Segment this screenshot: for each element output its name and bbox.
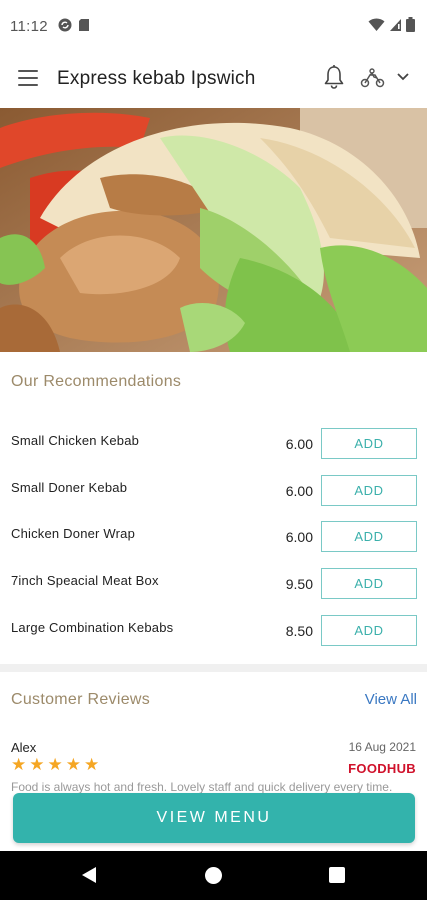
reviews-section: Customer Reviews View All Alex 16 Aug 20…: [0, 672, 427, 802]
item-name: Small Chicken Kebab: [11, 433, 140, 448]
review-text: Food is always hot and fresh. Lovely sta…: [11, 780, 393, 794]
chevron-down-icon[interactable]: [396, 72, 410, 82]
item-name: 7inch Speacial Meat Box: [11, 573, 159, 588]
add-button[interactable]: ADD: [321, 568, 417, 599]
wifi-icon: [368, 17, 385, 31]
recommendations-title: Our Recommendations: [11, 373, 182, 390]
recents-icon[interactable]: [329, 867, 345, 883]
item-price: 6.00: [285, 529, 313, 545]
view-all-reviews-link[interactable]: View All: [365, 691, 417, 708]
add-button[interactable]: ADD: [321, 615, 417, 646]
item-name: Small Doner Kebab: [11, 480, 128, 495]
menu-item-row: Small Chicken Kebab 6.00 ADD: [0, 427, 427, 474]
system-nav-bar: [0, 851, 427, 900]
menu-item-row: Small Doner Kebab 6.00 ADD: [0, 474, 427, 521]
menu-item-row: 7inch Speacial Meat Box 9.50 ADD: [0, 567, 427, 614]
add-button[interactable]: ADD: [321, 521, 417, 552]
home-icon[interactable]: [205, 867, 222, 884]
hero-food-image: [0, 108, 427, 352]
star-icon: ★: [29, 755, 45, 774]
star-icon: ★: [84, 755, 100, 774]
add-button[interactable]: ADD: [321, 475, 417, 506]
item-name: Chicken Doner Wrap: [11, 526, 136, 541]
item-name: Large Combination Kebabs: [11, 620, 174, 635]
item-price: 9.50: [285, 576, 313, 592]
view-menu-button[interactable]: VIEW MENU: [13, 793, 415, 843]
back-icon[interactable]: [81, 866, 97, 884]
item-price: 8.50: [285, 623, 313, 639]
menu-item-row: Chicken Doner Wrap 6.00 ADD: [0, 520, 427, 567]
reviews-title: Customer Reviews: [11, 691, 151, 708]
recommendations-section: Our Recommendations Small Chicken Kebab …: [0, 352, 427, 664]
reviewer-name: Alex: [11, 740, 37, 755]
item-price: 6.00: [285, 436, 313, 452]
star-rating: ★ ★ ★ ★ ★: [11, 756, 99, 773]
signal-icon: [390, 18, 401, 31]
bell-icon[interactable]: [323, 64, 345, 90]
star-icon: ★: [65, 755, 81, 774]
section-divider: [0, 664, 427, 672]
item-price: 6.00: [285, 483, 313, 499]
review-source-logo: FOODHUB: [348, 761, 416, 776]
star-icon: ★: [11, 755, 27, 774]
status-time: 11:12: [10, 18, 48, 35]
menu-icon[interactable]: [18, 70, 38, 88]
review-date: 16 Aug 2021: [348, 740, 416, 754]
star-icon: ★: [47, 755, 63, 774]
app-header: Express kebab Ipswich: [0, 52, 427, 108]
menu-item-row: Large Combination Kebabs 8.50 ADD: [0, 614, 427, 661]
sd-card-icon: [79, 19, 89, 31]
restaurant-title: Express kebab Ipswich: [57, 68, 256, 89]
delivery-icon[interactable]: [360, 68, 386, 88]
status-bar: 11:12: [0, 0, 427, 52]
add-button[interactable]: ADD: [321, 428, 417, 459]
sync-icon: [58, 18, 72, 32]
battery-icon: [406, 17, 415, 32]
